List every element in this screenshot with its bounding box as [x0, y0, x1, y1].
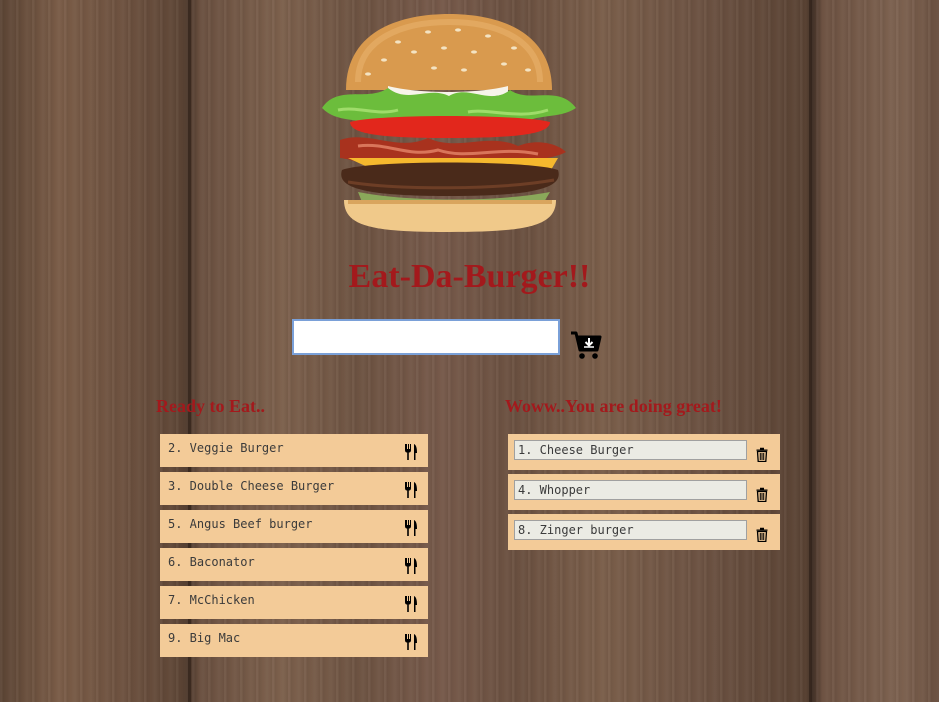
ready-burger-item: 3. Double Cheese Burger — [160, 472, 428, 505]
fork-knife-icon — [405, 596, 417, 612]
delete-button[interactable] — [756, 487, 768, 502]
trash-icon — [756, 447, 768, 462]
fork-knife-icon — [405, 444, 417, 460]
ready-to-eat-heading: Ready to Eat.. — [156, 396, 265, 416]
devoured-burger-field: 4. Whopper — [514, 480, 747, 500]
delete-button[interactable] — [756, 447, 768, 462]
eat-button[interactable] — [404, 596, 418, 612]
delete-button[interactable] — [756, 527, 768, 542]
ready-burger-item: 9. Big Mac — [160, 624, 428, 657]
burger-name: 5. Angus Beef burger — [168, 516, 313, 531]
trash-icon — [756, 527, 768, 542]
burger-name: 3. Double Cheese Burger — [168, 478, 335, 493]
eat-button[interactable] — [404, 482, 418, 498]
eat-button[interactable] — [404, 558, 418, 574]
devoured-heading: Woww..You are doing great! — [505, 396, 722, 416]
devoured-burger-item: 8. Zinger burger — [508, 514, 780, 550]
burger-name-input[interactable] — [292, 319, 560, 355]
burger-name: 2. Veggie Burger — [168, 440, 284, 455]
ready-burger-item: 7. McChicken — [160, 586, 428, 619]
ready-burger-list: 2. Veggie Burger 3. Double Cheese Burger… — [160, 434, 428, 662]
devoured-burger-item: 1. Cheese Burger — [508, 434, 780, 470]
ready-burger-item: 2. Veggie Burger — [160, 434, 428, 467]
cart-download-icon — [571, 331, 602, 359]
devoured-burger-item: 4. Whopper — [508, 474, 780, 510]
eat-button[interactable] — [404, 634, 418, 650]
eat-button[interactable] — [404, 520, 418, 536]
fork-knife-icon — [405, 482, 417, 498]
add-burger-button[interactable] — [570, 330, 602, 360]
burger-name: 9. Big Mac — [168, 630, 241, 645]
burger-image — [318, 12, 580, 234]
eat-button[interactable] — [404, 444, 418, 460]
ready-burger-item: 5. Angus Beef burger — [160, 510, 428, 543]
page-title: Eat-Da-Burger!! — [348, 258, 591, 295]
burger-name: 7. McChicken — [168, 592, 255, 607]
fork-knife-icon — [405, 634, 417, 650]
burger-name: 6. Baconator — [168, 554, 255, 569]
fork-knife-icon — [405, 558, 417, 574]
wood-plank-seam — [809, 0, 812, 702]
devoured-burger-list: 1. Cheese Burger 4. Whopper 8. Zinger bu… — [508, 434, 780, 554]
ready-burger-item: 6. Baconator — [160, 548, 428, 581]
devoured-burger-field: 8. Zinger burger — [514, 520, 747, 540]
devoured-burger-field: 1. Cheese Burger — [514, 440, 747, 460]
trash-icon — [756, 487, 768, 502]
fork-knife-icon — [405, 520, 417, 536]
